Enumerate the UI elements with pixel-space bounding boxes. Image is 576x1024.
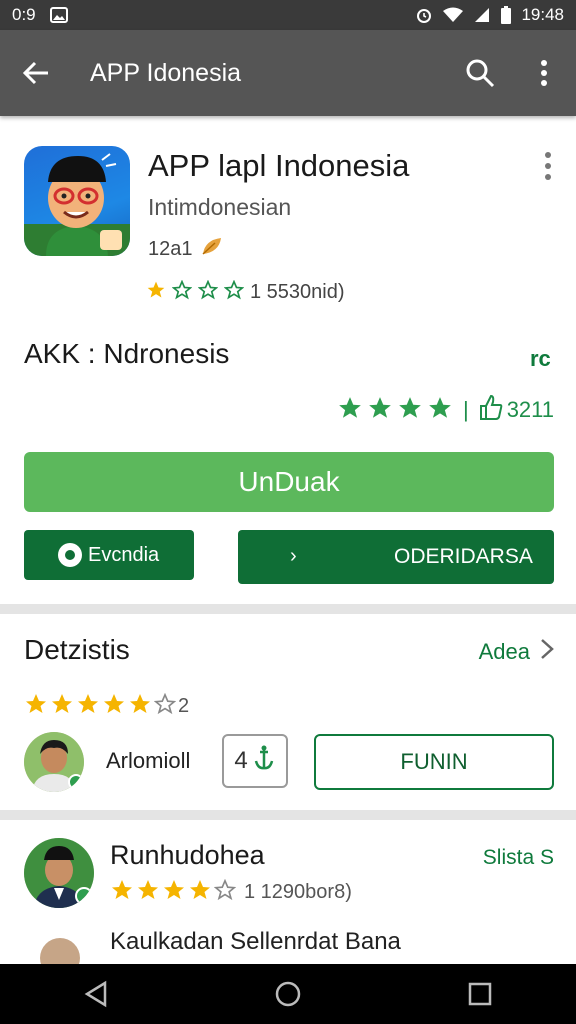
- divider: [0, 810, 576, 820]
- details-link-label: Adea: [478, 639, 530, 664]
- status-bar: 0:9 19:48: [0, 0, 576, 30]
- section-title: AKK : Ndronesis: [24, 338, 230, 369]
- star-icon: [76, 692, 100, 720]
- star-outline-icon: [213, 878, 237, 905]
- play-button-label: Evcndia: [88, 543, 160, 566]
- star-outline-icon: [171, 279, 193, 304]
- details-stars-suffix: 2: [178, 694, 190, 717]
- photo-icon: [49, 7, 68, 23]
- follow-button[interactable]: FUNIN: [314, 734, 554, 790]
- install-button[interactable]: UnDuak: [24, 452, 554, 512]
- thumbs-up-icon: [479, 394, 503, 426]
- screen: 0:9 19:48 APP Idonesia APP lapl Indonesi…: [0, 0, 576, 1024]
- app-name: APP lapl Indonesia: [148, 148, 410, 183]
- details-link[interactable]: Adea: [479, 638, 554, 666]
- review-status[interactable]: Slista S: [483, 846, 554, 870]
- star-icon: [188, 878, 212, 906]
- star-icon: [50, 692, 74, 720]
- star-icon: [367, 395, 393, 425]
- open-button-label: ODERIDARSA: [394, 545, 533, 568]
- reviewer-name[interactable]: Runhudohea: [110, 840, 265, 871]
- recents-square-icon[interactable]: [450, 964, 510, 1024]
- star-outline-icon: [197, 279, 219, 304]
- app-rating-text: 1 5530nid): [250, 280, 345, 303]
- star-icon: [337, 395, 363, 425]
- star-icon: [24, 692, 48, 720]
- alarm-icon: [415, 6, 433, 24]
- toolbar: APP Idonesia: [0, 30, 576, 116]
- review-section: Runhudohea Slista S 1 1290bor8) Kaulkada…: [0, 820, 576, 978]
- review-count: 3211: [506, 397, 554, 422]
- back-triangle-icon[interactable]: [66, 964, 126, 1024]
- details-stars: 2: [24, 692, 189, 720]
- app-rating-row: 1 5530nid): [146, 279, 345, 304]
- app-more-icon[interactable]: [536, 152, 560, 180]
- app-icon[interactable]: [24, 146, 130, 256]
- author-name[interactable]: Arlomioll: [106, 748, 190, 774]
- status-time-left: 0:9: [12, 5, 36, 24]
- count-box-value: 4: [234, 747, 248, 774]
- more-vert-icon[interactable]: [512, 30, 576, 116]
- wifi-icon: [443, 7, 464, 23]
- app-size-row: 12a1: [148, 236, 223, 262]
- star-icon: [128, 692, 152, 720]
- star-icon: [162, 878, 186, 906]
- home-circle-icon[interactable]: [258, 964, 318, 1024]
- review-stars: 1 1290bor8): [110, 878, 352, 906]
- anchor-icon: [252, 744, 276, 779]
- back-arrow-icon[interactable]: [0, 30, 72, 116]
- review-rating-text: 1 1290bor8): [244, 880, 352, 903]
- leaf-icon: [201, 236, 223, 262]
- app-size: 12a1: [148, 237, 193, 260]
- signal-icon: [473, 7, 491, 23]
- play-circle-icon: [58, 543, 82, 567]
- details-title: Detzistis: [24, 634, 130, 665]
- status-time-right: 19:48: [521, 5, 564, 24]
- star-icon: [146, 280, 166, 304]
- avatar[interactable]: [24, 838, 94, 908]
- app-developer[interactable]: Intimdonesian: [148, 194, 291, 221]
- toolbar-title: APP Idonesia: [90, 58, 242, 87]
- star-outline-icon: [223, 279, 245, 304]
- divider: [0, 604, 576, 614]
- star-icon: [427, 395, 453, 425]
- count-box[interactable]: 4: [222, 734, 288, 788]
- section-icon[interactable]: rc: [530, 346, 551, 372]
- navigation-bar: [0, 964, 576, 1024]
- search-icon[interactable]: [448, 30, 512, 116]
- details-section: Detzistis Adea 2 Arlomioll 4 FUNIN: [0, 614, 576, 810]
- star-icon: [102, 692, 126, 720]
- star-icon: [136, 878, 160, 906]
- star-icon: [110, 878, 134, 906]
- avatar[interactable]: [24, 732, 84, 792]
- rating-line: | 3211: [337, 394, 554, 426]
- chevron-right-icon: ›: [290, 545, 297, 567]
- play-button[interactable]: Evcndia: [24, 530, 194, 580]
- review-text: Kaulkadan Sellenrdat Bana: [110, 928, 401, 955]
- battery-icon: [501, 6, 512, 24]
- chevron-right-icon: [540, 638, 554, 666]
- star-outline-icon: [153, 692, 177, 719]
- app-header-card: APP lapl Indonesia Intimdonesian 12a1 1 …: [0, 124, 576, 604]
- open-button[interactable]: › ODERIDARSA: [238, 530, 554, 584]
- star-icon: [397, 395, 423, 425]
